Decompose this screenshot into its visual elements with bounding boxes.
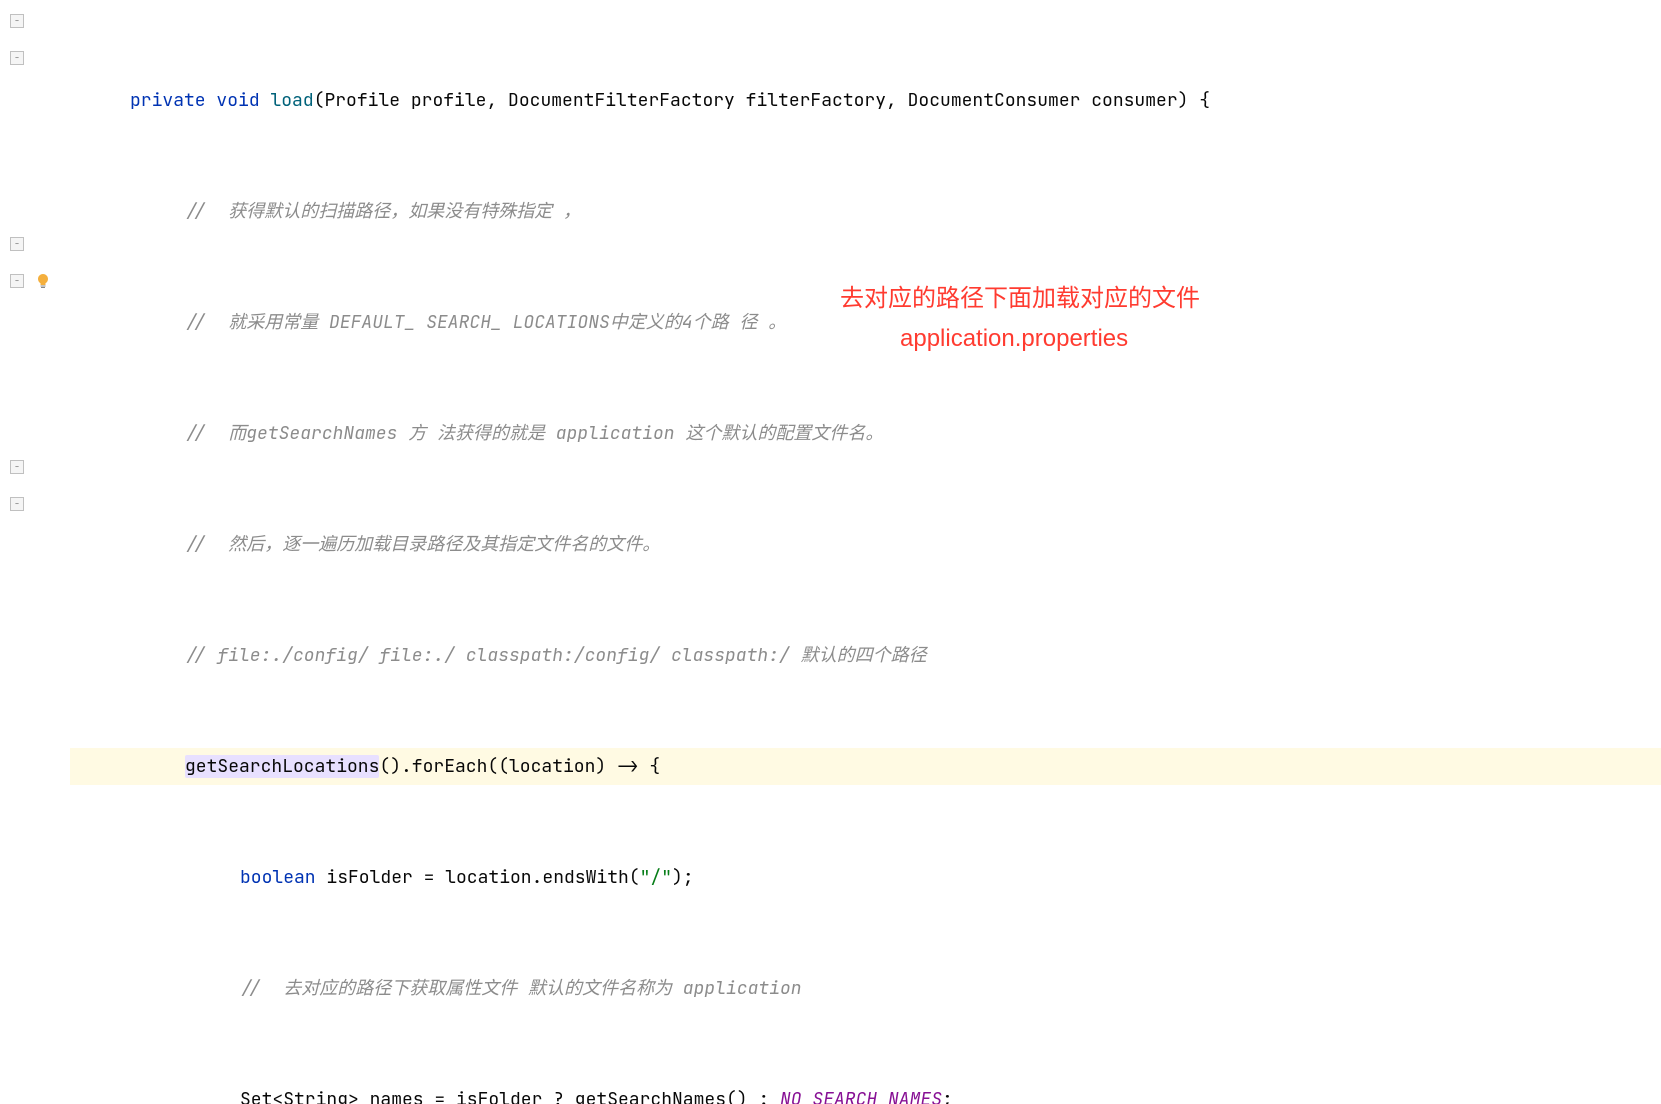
code-text: ; — [942, 1088, 953, 1104]
lightbulb-icon[interactable] — [35, 272, 51, 288]
comment: // 去对应的路径下获取属性文件 默认的文件名称为 application — [240, 977, 802, 1000]
constant-field: NO_SEARCH_NAMES — [780, 1088, 942, 1104]
fold-marker-icon[interactable]: − — [10, 497, 24, 511]
code-text: ().forEach((location) -> { — [379, 755, 660, 778]
code-line-highlighted: getSearchLocations().forEach((location) … — [70, 748, 1661, 785]
method-call: getSearchLocations — [185, 755, 379, 778]
comment: // 获得默认的扫描路径，如果没有特殊指定 ， — [185, 200, 581, 223]
fold-marker-icon[interactable]: − — [10, 237, 24, 251]
keyword: private — [130, 89, 206, 112]
code-line: // 而getSearchNames 方 法获得的就是 application … — [70, 415, 1661, 452]
comment: // file:./config/ file:./ classpath:/con… — [185, 644, 927, 667]
fold-marker-icon[interactable]: − — [10, 14, 24, 28]
code-line: Set<String> names = isFolder ? getSearch… — [70, 1081, 1661, 1104]
code-line: // 然后，逐一遍历加载目录路径及其指定文件名的文件。 — [70, 526, 1661, 563]
annotation-text: application.properties — [900, 320, 1128, 357]
keyword: boolean — [240, 866, 316, 889]
fold-marker-icon[interactable]: − — [10, 460, 24, 474]
fold-marker-icon[interactable]: − — [10, 51, 24, 65]
code-line: // 获得默认的扫描路径，如果没有特殊指定 ， — [70, 193, 1661, 230]
comment: // 而getSearchNames 方 法获得的就是 application … — [185, 422, 883, 445]
method-name: load — [270, 89, 313, 112]
comment: // 就采用常量 DEFAULT_ SEARCH_ LOCATIONS中定义的4… — [185, 311, 786, 334]
code-line: boolean isFolder = location.endsWith("/"… — [70, 859, 1661, 896]
code-text: Set<String> names = isFolder ? getSearch… — [240, 1088, 780, 1104]
editor-gutter: − − − − − − — [0, 0, 70, 552]
fold-marker-icon[interactable]: − — [10, 274, 24, 288]
code-text: isFolder = location.endsWith( — [316, 866, 640, 889]
string-literal: "/" — [640, 866, 672, 889]
keyword: void — [216, 89, 259, 112]
annotation-text: 去对应的路径下面加载对应的文件 — [840, 280, 1200, 317]
code-line: // 去对应的路径下获取属性文件 默认的文件名称为 application — [70, 970, 1661, 1007]
code-line: private void load(Profile profile, Docum… — [70, 82, 1661, 119]
code-text: ); — [672, 866, 694, 889]
code-editor[interactable]: private void load(Profile profile, Docum… — [70, 0, 1661, 552]
code-text: (Profile profile, DocumentFilterFactory … — [314, 89, 1210, 112]
comment: // 然后，逐一遍历加载目录路径及其指定文件名的文件。 — [185, 533, 660, 556]
code-line: // file:./config/ file:./ classpath:/con… — [70, 637, 1661, 674]
